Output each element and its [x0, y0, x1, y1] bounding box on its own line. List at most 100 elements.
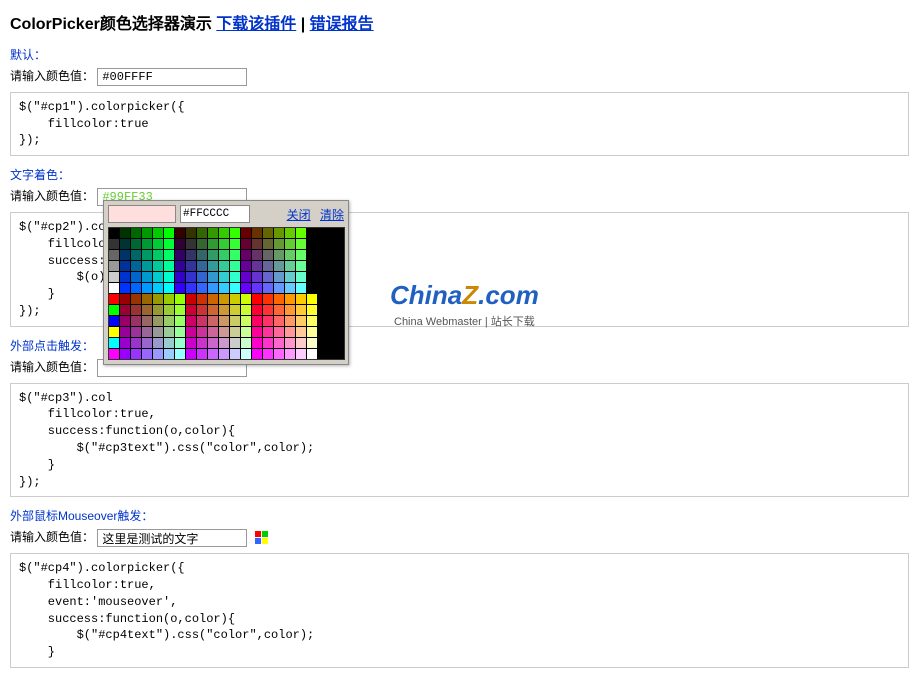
- color-swatch[interactable]: [285, 250, 295, 260]
- color-swatch[interactable]: [252, 294, 262, 304]
- color-swatch[interactable]: [175, 305, 185, 315]
- color-swatch[interactable]: [252, 327, 262, 337]
- color-swatch[interactable]: [197, 283, 207, 293]
- color-swatch[interactable]: [274, 305, 284, 315]
- color-swatch[interactable]: [142, 349, 152, 359]
- color-swatch[interactable]: [142, 250, 152, 260]
- color-swatch[interactable]: [307, 294, 317, 304]
- color-swatch[interactable]: [120, 349, 130, 359]
- color-swatch[interactable]: [219, 338, 229, 348]
- color-swatch[interactable]: [263, 283, 273, 293]
- color-swatch[interactable]: [285, 305, 295, 315]
- color-swatch[interactable]: [241, 272, 251, 282]
- color-swatch[interactable]: [307, 316, 317, 326]
- color-swatch[interactable]: [197, 349, 207, 359]
- color-swatch[interactable]: [131, 272, 141, 282]
- color-swatch[interactable]: [285, 349, 295, 359]
- color-swatch[interactable]: [131, 228, 141, 238]
- color-swatch[interactable]: [175, 239, 185, 249]
- color-swatch[interactable]: [208, 250, 218, 260]
- color-swatch[interactable]: [230, 228, 240, 238]
- color-swatch[interactable]: [241, 228, 251, 238]
- color-swatch[interactable]: [175, 283, 185, 293]
- color-swatch[interactable]: [208, 272, 218, 282]
- color-swatch[interactable]: [175, 338, 185, 348]
- color-swatch[interactable]: [296, 272, 306, 282]
- color-swatch[interactable]: [241, 294, 251, 304]
- color-swatch[interactable]: [164, 283, 174, 293]
- color-swatch[interactable]: [274, 338, 284, 348]
- color-swatch[interactable]: [131, 316, 141, 326]
- color-swatch[interactable]: [241, 261, 251, 271]
- picker-clear-link[interactable]: 清除: [320, 208, 344, 222]
- color-swatch[interactable]: [120, 316, 130, 326]
- color-swatch[interactable]: [153, 250, 163, 260]
- color-swatch[interactable]: [252, 283, 262, 293]
- color-swatch[interactable]: [175, 250, 185, 260]
- color-swatch[interactable]: [175, 327, 185, 337]
- color-swatch[interactable]: [153, 305, 163, 315]
- color-swatch[interactable]: [219, 327, 229, 337]
- download-link[interactable]: 下载该插件: [216, 16, 296, 33]
- color-swatch[interactable]: [307, 305, 317, 315]
- color-swatch[interactable]: [307, 349, 317, 359]
- color-swatch[interactable]: [208, 294, 218, 304]
- color-swatch[interactable]: [263, 272, 273, 282]
- color-swatch[interactable]: [120, 305, 130, 315]
- color-swatch[interactable]: [252, 349, 262, 359]
- color-swatch[interactable]: [241, 239, 251, 249]
- color-swatch[interactable]: [274, 283, 284, 293]
- color-swatch[interactable]: [219, 349, 229, 359]
- color-swatch[interactable]: [252, 228, 262, 238]
- color-swatch[interactable]: [241, 283, 251, 293]
- color-swatch[interactable]: [175, 272, 185, 282]
- color-swatch[interactable]: [153, 228, 163, 238]
- color-swatch[interactable]: [142, 261, 152, 271]
- color-swatch[interactable]: [263, 261, 273, 271]
- color-swatch[interactable]: [296, 239, 306, 249]
- bug-report-link[interactable]: 错误报告: [310, 16, 374, 33]
- color-swatch[interactable]: [252, 272, 262, 282]
- color-swatch[interactable]: [219, 305, 229, 315]
- color-swatch[interactable]: [230, 261, 240, 271]
- color-swatch[interactable]: [230, 305, 240, 315]
- color-swatch[interactable]: [153, 338, 163, 348]
- color-swatch[interactable]: [274, 316, 284, 326]
- color-swatch[interactable]: [186, 338, 196, 348]
- color-swatch[interactable]: [296, 338, 306, 348]
- color-swatch[interactable]: [296, 349, 306, 359]
- color-swatch[interactable]: [230, 239, 240, 249]
- color-swatch[interactable]: [208, 305, 218, 315]
- color-swatch[interactable]: [186, 294, 196, 304]
- color-swatch[interactable]: [208, 283, 218, 293]
- color-swatch[interactable]: [164, 349, 174, 359]
- color-swatch[interactable]: [197, 316, 207, 326]
- color-swatch[interactable]: [241, 305, 251, 315]
- color-swatch[interactable]: [263, 349, 273, 359]
- color-swatch[interactable]: [274, 349, 284, 359]
- color-swatch[interactable]: [153, 327, 163, 337]
- color-swatch[interactable]: [131, 338, 141, 348]
- color-swatch[interactable]: [274, 239, 284, 249]
- color-swatch[interactable]: [208, 349, 218, 359]
- color-swatch[interactable]: [296, 327, 306, 337]
- color-swatch[interactable]: [120, 250, 130, 260]
- color-swatch[interactable]: [142, 283, 152, 293]
- color-swatch[interactable]: [208, 327, 218, 337]
- color-swatch[interactable]: [208, 338, 218, 348]
- color-swatch[interactable]: [274, 228, 284, 238]
- color-swatch[interactable]: [197, 250, 207, 260]
- color-swatch[interactable]: [164, 305, 174, 315]
- color-swatch[interactable]: [109, 272, 119, 282]
- color-swatch[interactable]: [252, 338, 262, 348]
- color-swatch[interactable]: [241, 250, 251, 260]
- color-swatch[interactable]: [120, 261, 130, 271]
- color-swatch[interactable]: [164, 239, 174, 249]
- color-swatch[interactable]: [186, 316, 196, 326]
- color-swatch[interactable]: [296, 316, 306, 326]
- color-swatch[interactable]: [197, 338, 207, 348]
- color-swatch[interactable]: [285, 283, 295, 293]
- color-swatch[interactable]: [186, 239, 196, 249]
- color-swatch[interactable]: [197, 305, 207, 315]
- color-swatch[interactable]: [307, 338, 317, 348]
